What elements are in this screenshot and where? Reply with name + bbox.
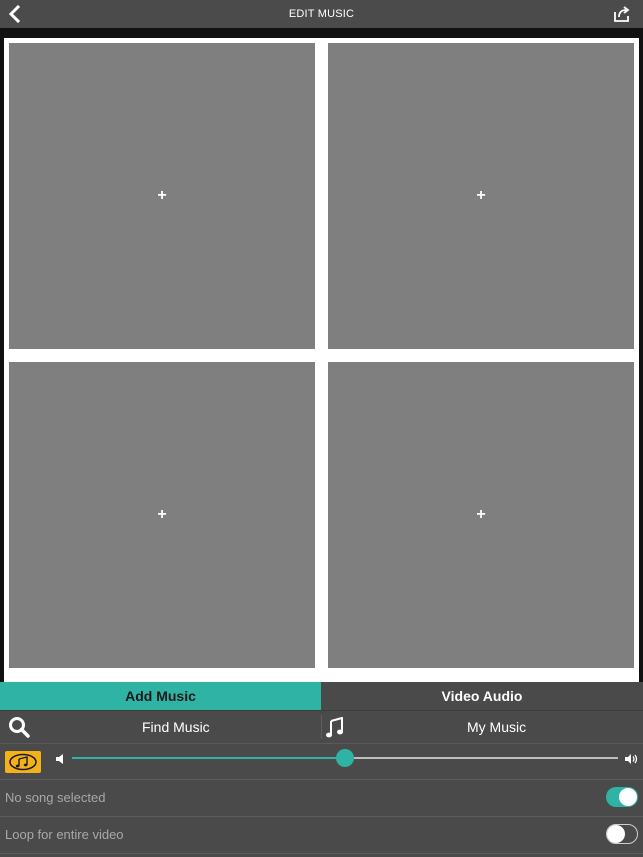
loop-toggle[interactable] (606, 824, 638, 844)
add-media-icon: + (157, 187, 167, 204)
song-toggle[interactable] (606, 787, 638, 807)
page-title: EDIT MUSIC (288, 8, 355, 20)
collage-cell-3[interactable]: + (9, 362, 315, 668)
collage-cell-1[interactable]: + (9, 43, 315, 349)
volume-slider-fill (72, 757, 345, 759)
volume-row (0, 743, 643, 780)
divider (321, 715, 322, 739)
tab-video-audio[interactable]: Video Audio (321, 682, 643, 710)
volume-low-icon (54, 752, 68, 766)
toggle-knob (607, 825, 625, 843)
volume-slider-thumb[interactable] (336, 749, 354, 767)
audio-tabs: Add Music Video Audio (0, 682, 643, 710)
add-media-icon: + (157, 506, 167, 523)
volume-slider[interactable] (72, 749, 618, 767)
tab-add-music[interactable]: Add Music (0, 682, 321, 710)
collage-grid: + + + + (4, 38, 639, 701)
top-bar: EDIT MUSIC (0, 0, 643, 28)
my-music-button[interactable]: My Music (467, 711, 526, 743)
collage-cell-4[interactable]: + (328, 362, 634, 668)
music-badge-icon[interactable] (5, 751, 41, 773)
song-status-row: No song selected (0, 780, 643, 817)
collage-canvas: + + + + (0, 28, 643, 701)
song-status-label: No song selected (5, 790, 106, 805)
music-note-icon[interactable] (325, 716, 345, 739)
collage-cell-2[interactable]: + (328, 43, 634, 349)
volume-high-icon (624, 752, 640, 766)
music-source-row: Find Music My Music (0, 710, 643, 744)
add-media-icon: + (476, 506, 486, 523)
toggle-knob (619, 788, 637, 806)
add-media-icon: + (476, 187, 486, 204)
find-music-button[interactable]: Find Music (142, 711, 210, 743)
loop-label: Loop for entire video (5, 827, 124, 842)
share-icon[interactable] (613, 5, 631, 23)
loop-row: Loop for entire video (0, 817, 643, 854)
search-icon[interactable] (8, 716, 30, 738)
